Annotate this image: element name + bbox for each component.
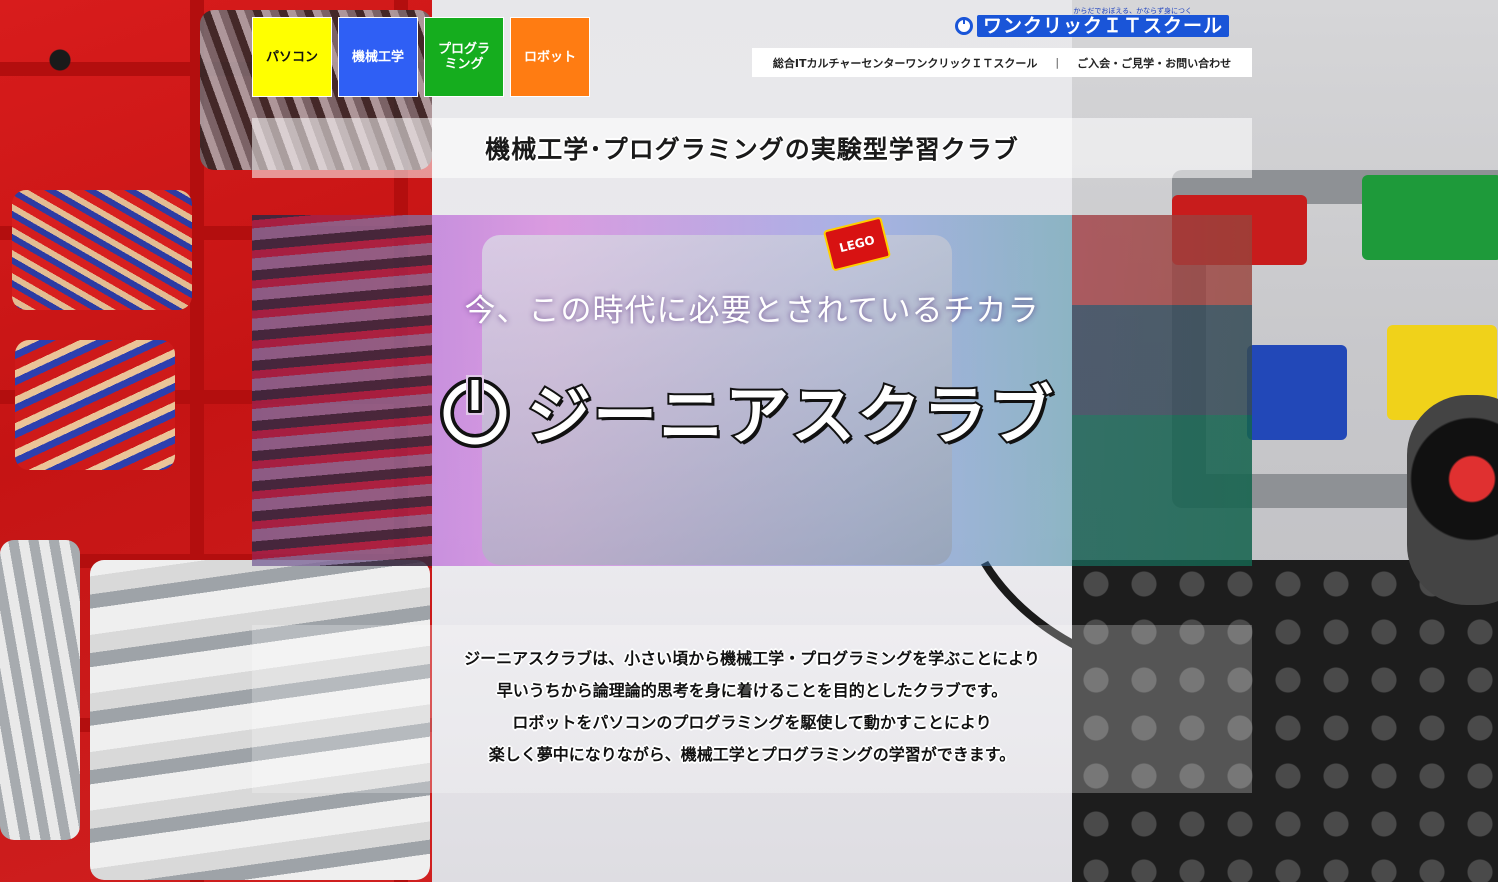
description-line-3: ロボットをパソコンのプログラミングを駆使して動かすことにより bbox=[512, 713, 992, 732]
club-name: ジーニアスクラブ bbox=[525, 378, 1055, 456]
hero-banner: LEGO 今、この時代に必要とされているチカラ ジーニアスクラブ bbox=[252, 215, 1252, 566]
bg-wheel bbox=[1407, 395, 1498, 605]
category-nav: パソコン 機械工学 プログラ ミング ロボット bbox=[252, 17, 590, 97]
center-name-link[interactable]: 総合ITカルチャーセンターワンクリックＩＴスクール bbox=[773, 55, 1038, 71]
hero-tagline: 今、この時代に必要とされているチカラ bbox=[464, 293, 1040, 329]
nav-programming-button[interactable]: プログラ ミング bbox=[424, 17, 504, 97]
description-line-4: 楽しく夢中になりながら、機械工学とプログラミングの学習ができます。 bbox=[488, 745, 1016, 764]
nav-robot-button[interactable]: ロボット bbox=[510, 17, 590, 97]
power-icon bbox=[440, 375, 510, 448]
bg-brick-blue bbox=[1247, 345, 1347, 440]
brand-logo: ワンクリックＩＴスクール bbox=[955, 15, 1230, 37]
top-link-bar: 総合ITカルチャーセンターワンクリックＩＴスクール | ご入会・ご見学・お問い合… bbox=[752, 48, 1252, 77]
description-line-2: 早いうちから論理論的思考を身に着けることを目的としたクラブです。 bbox=[496, 681, 1008, 700]
headline-band: 機械工学･プログラミングの実験型学習クラブ bbox=[252, 118, 1252, 178]
hero-bg-left bbox=[252, 215, 432, 566]
power-circle-icon bbox=[955, 17, 973, 35]
hero-club-logo: ジーニアスクラブ bbox=[437, 365, 1055, 457]
bg-brick-green bbox=[1362, 175, 1498, 260]
topbar-separator: | bbox=[1055, 56, 1060, 69]
page-title: 機械工学･プログラミングの実験型学習クラブ bbox=[485, 135, 1019, 164]
nav-mechanical-engineering-button[interactable]: 機械工学 bbox=[338, 17, 418, 97]
contact-link[interactable]: ご入会・ご見学・お問い合わせ bbox=[1077, 55, 1231, 71]
brand-logo-link[interactable]: からだでおぼえる、かならず身につく ワンクリックＩＴスクール bbox=[955, 6, 1252, 40]
description-section: ジーニアスクラブは、小さい頃から機械工学・プログラミングを学ぶことにより 早いう… bbox=[252, 625, 1252, 793]
bg-bin-beams bbox=[0, 540, 80, 840]
nav-pc-button[interactable]: パソコン bbox=[252, 17, 332, 97]
brand-name: ワンクリックＩＴスクール bbox=[977, 15, 1230, 37]
description-line-1: ジーニアスクラブは、小さい頃から機械工学・プログラミングを学ぶことにより bbox=[464, 649, 1040, 668]
hero-bg-right bbox=[1072, 215, 1252, 566]
bg-bin-pins-2 bbox=[15, 340, 175, 470]
bg-bin-pins bbox=[12, 190, 192, 310]
